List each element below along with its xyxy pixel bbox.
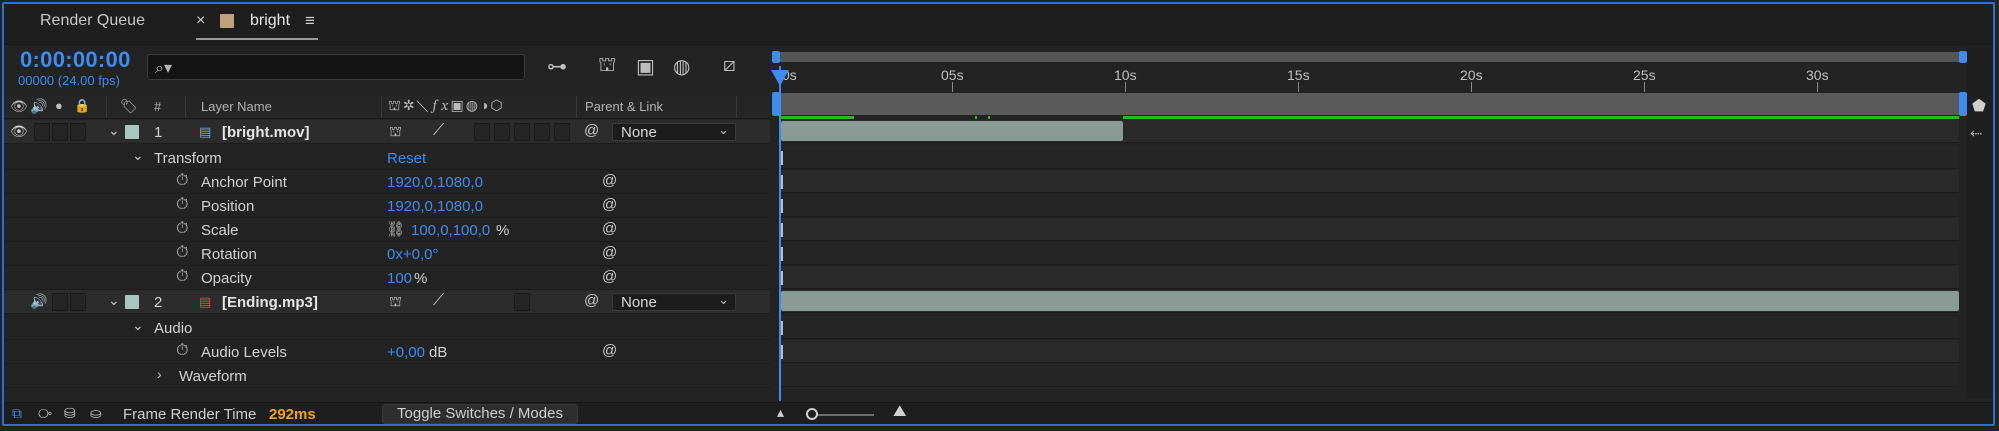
panel-focus-border [2,2,1995,426]
